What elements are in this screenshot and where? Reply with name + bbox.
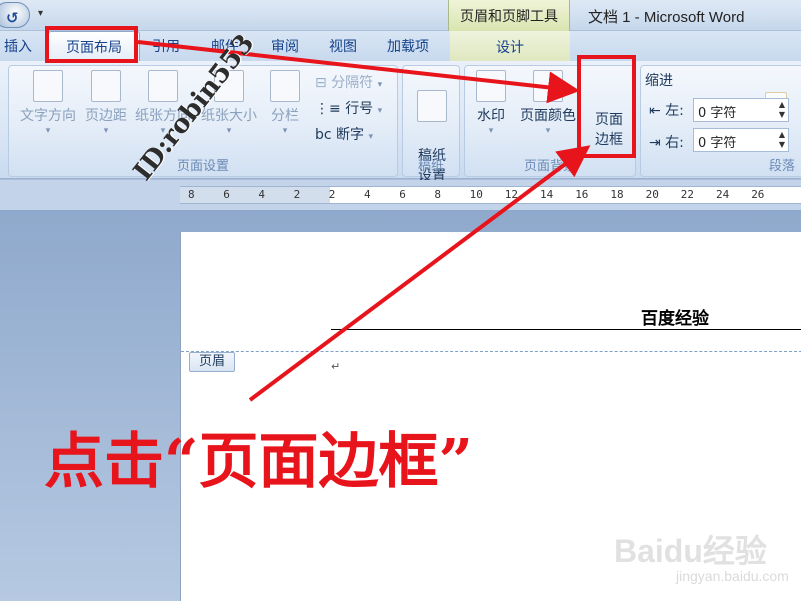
hyphenation-icon: bc: [315, 127, 332, 143]
text-direction-icon: [33, 70, 63, 102]
right-indent-value: 0 字符: [698, 136, 737, 151]
ribbon: 文字方向 ▾ 页边距 ▾ 纸张方向 ▾ 纸张大小 ▾ 分栏 ▾ ⊟ 分隔符 ▾: [0, 61, 801, 184]
breaks-label: 分隔符: [331, 75, 374, 91]
chevron-down-icon: ▾: [488, 126, 494, 136]
header-underline: [331, 329, 801, 330]
chevron-down-icon: ▾: [282, 126, 288, 136]
right-indent-input[interactable]: 0 字符 ▲ ▼: [693, 128, 789, 152]
margins-label: 页边距: [85, 108, 127, 124]
highlight-page-borders-button: [577, 55, 636, 158]
right-indent-label: ⇥ 右:: [649, 132, 684, 152]
hyphenation-button[interactable]: bc 断字 ▾: [315, 124, 373, 144]
ruler-number: 22: [680, 188, 695, 201]
chevron-down-icon: ▾: [377, 80, 383, 90]
watermark-button[interactable]: 水印 ▾: [471, 70, 511, 136]
highlight-page-layout-tab: [45, 26, 138, 63]
undo-button[interactable]: ↺: [0, 2, 30, 28]
ruler-number: 24: [716, 188, 730, 201]
left-indent-value: 0 字符: [698, 106, 737, 121]
tab-view[interactable]: 视图: [329, 36, 357, 56]
group-paragraph: 缩进 ⇤ 左: 0 字符 ▲ ▼ ⇥ 右: 0 字符 ▲ ▼ 段落: [640, 65, 801, 177]
group-label-manuscript: 稿纸: [417, 159, 444, 174]
watermark-label: 水印: [477, 108, 505, 124]
ruler-number: 26: [751, 188, 765, 201]
logo-sub-text: jingyan.baidu.com: [676, 568, 789, 584]
ruler-number: 2: [293, 188, 301, 201]
ruler-number: 4: [364, 188, 371, 201]
window-title: 文档 1 - Microsoft Word: [588, 9, 745, 26]
horizontal-ruler[interactable]: 8 6 4 2 2 4 6 8 10 12 14 16 18 20 22 24 26: [180, 186, 801, 204]
logo-main-text: Baidu经验: [614, 533, 767, 569]
context-tool-title: 页眉和页脚工具: [448, 0, 570, 31]
ruler-area: 8 6 4 2 2 4 6 8 10 12 14 16 18 20 22 24 26: [0, 180, 801, 210]
ruler-number: 6: [223, 188, 230, 201]
group-manuscript: 稿纸 设置 稿纸: [402, 65, 460, 184]
chevron-down-icon: ▾: [377, 106, 383, 116]
margins-icon: [91, 70, 121, 102]
page-color-button[interactable]: 页面颜色 ▾: [515, 70, 581, 136]
ruler-number: 8: [434, 188, 442, 201]
right-indent-icon: ⇥: [649, 135, 666, 151]
left-indent-icon: ⇤: [649, 103, 666, 119]
ruler-number: 10: [469, 188, 483, 201]
header-boundary: [181, 351, 801, 352]
ruler-number: 18: [610, 188, 624, 201]
ruler-number: 20: [645, 188, 659, 201]
baidu-jingyan-logo: Baidu经验 jingyan.baidu.com: [614, 520, 800, 600]
columns-label: 分栏: [271, 108, 299, 124]
tab-review[interactable]: 审阅: [271, 36, 299, 56]
indent-title: 缩进: [645, 73, 673, 89]
line-numbers-label: 行号: [345, 101, 374, 117]
left-indent-input[interactable]: 0 字符 ▲ ▼: [693, 98, 789, 122]
text-direction-label: 文字方向: [20, 108, 76, 124]
hyphenation-label: 断字: [336, 127, 365, 143]
header-tag: 页眉: [189, 352, 235, 372]
left-indent-label: ⇤ 左:: [649, 100, 684, 120]
left-indent-text: 左:: [665, 103, 684, 119]
breaks-button[interactable]: ⊟ 分隔符 ▾: [315, 72, 382, 92]
chevron-down-icon: ▾: [45, 126, 51, 136]
chevron-down-icon: ▾: [226, 126, 232, 136]
tab-references[interactable]: 引用: [152, 36, 180, 56]
ruler-number: 4: [258, 188, 266, 201]
line-numbers-button[interactable]: ⋮≡ 行号 ▾: [315, 98, 382, 118]
header-text[interactable]: 百度经验: [641, 304, 709, 329]
right-indent-text: 右:: [665, 135, 684, 151]
columns-icon: [270, 70, 300, 102]
orientation-icon: [148, 70, 178, 102]
page-color-label: 页面颜色: [520, 108, 576, 124]
manuscript-icon: [417, 90, 447, 122]
columns-button[interactable]: 分栏 ▾: [263, 70, 307, 136]
margins-button[interactable]: 页边距 ▾: [81, 70, 131, 136]
spin-arrows-icon[interactable]: ▲ ▼: [779, 130, 785, 150]
line-numbers-icon: ⋮≡: [315, 101, 341, 117]
ruler-margin: [180, 187, 330, 203]
chevron-down-icon: ▾: [368, 132, 374, 142]
chevron-down-icon: ▾: [545, 126, 551, 136]
breaks-icon: ⊟: [315, 75, 327, 91]
tab-design[interactable]: 设计: [450, 31, 570, 61]
spin-arrows-icon[interactable]: ▲ ▼: [779, 100, 785, 120]
paragraph-mark: ↵: [331, 360, 341, 373]
watermark-icon: [476, 70, 506, 102]
ruler-number: 8: [188, 188, 195, 201]
ruler-number: 2: [328, 188, 336, 201]
text-direction-button[interactable]: 文字方向 ▾: [15, 70, 81, 136]
tab-insert[interactable]: 插入: [4, 36, 32, 56]
instruction-caption: 点击“页面边框”: [44, 427, 474, 497]
ruler-number: 14: [540, 188, 554, 201]
qat-dropdown-icon[interactable]: ▾: [38, 8, 43, 19]
group-label-page-setup: 页面设置: [176, 159, 229, 174]
chevron-down-icon: ▾: [103, 126, 109, 136]
undo-icon: ↺: [6, 9, 19, 27]
ruler-number: 6: [399, 188, 406, 201]
tab-addins[interactable]: 加载项: [387, 36, 429, 56]
ruler-number: 12: [504, 188, 519, 201]
group-label-paragraph: 段落: [768, 159, 795, 174]
ruler-number: 16: [575, 188, 589, 201]
page-color-icon: [533, 70, 563, 102]
